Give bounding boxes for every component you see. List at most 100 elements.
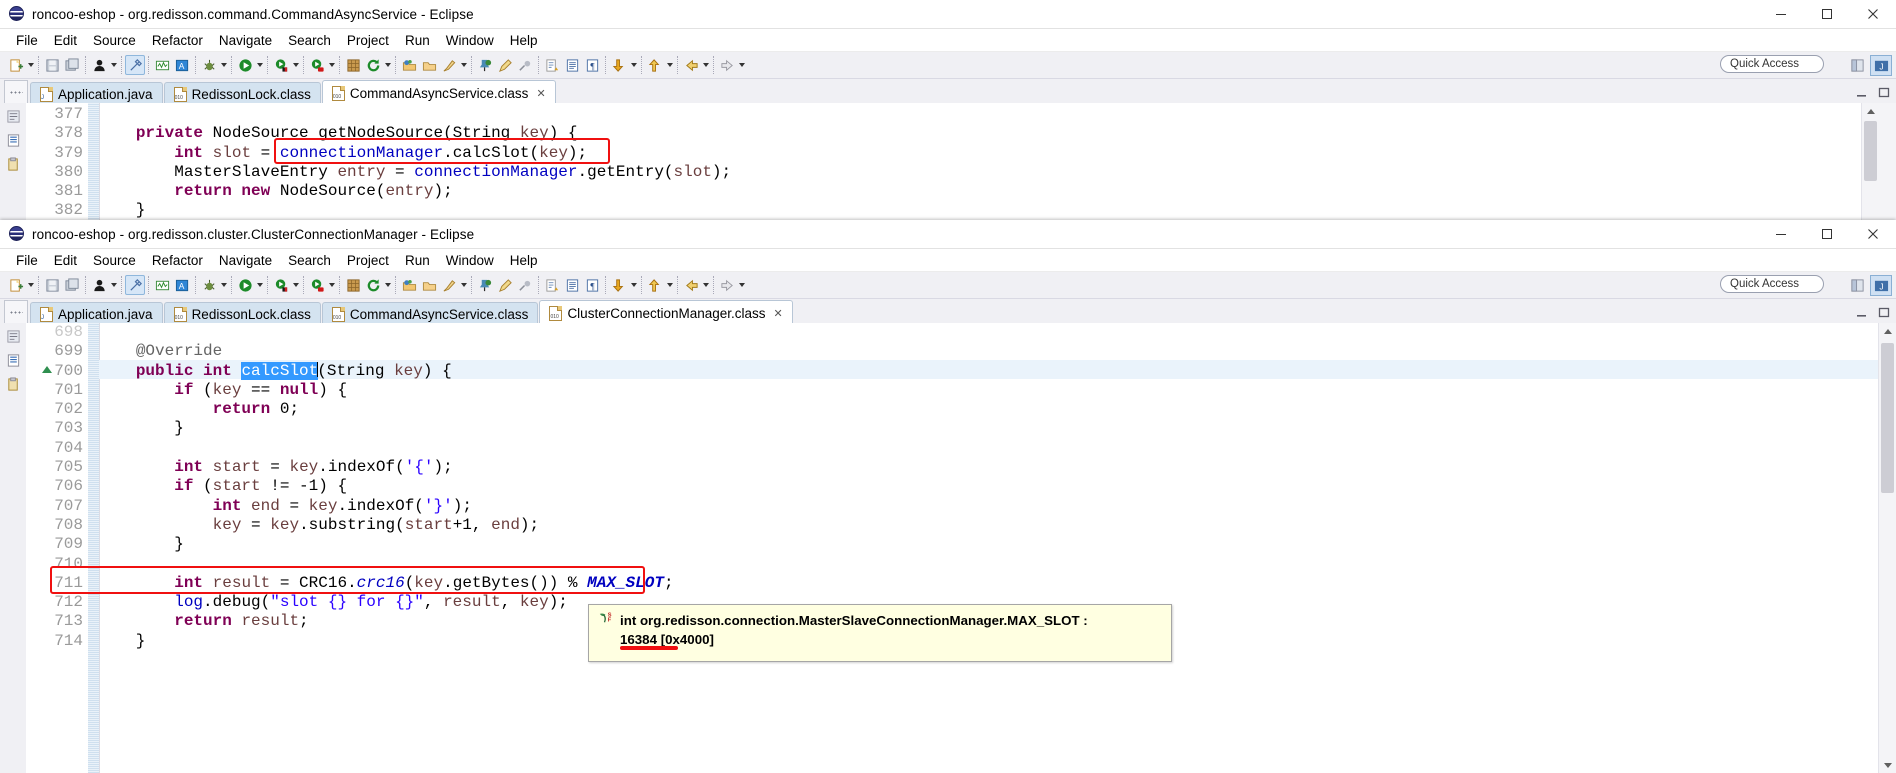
new-dropdown-icon[interactable] [26,276,35,294]
person-dropdown-icon[interactable] [109,276,118,294]
menu-run[interactable]: Run [397,31,438,50]
toggle-mark-occurrences-icon[interactable] [125,55,145,75]
window1-tabrow[interactable]: J Application.java 010 RedissonLock.clas… [0,79,1896,106]
new-package-icon[interactable] [343,275,363,295]
window2-vertical-scrollbar[interactable] [1878,323,1896,773]
window2-editor[interactable]: 698 699 ⊖ 700 701 702 703 704 705 706 70… [0,323,1896,773]
pilcrow-icon[interactable]: ¶ [582,55,602,75]
menu-refactor[interactable]: Refactor [144,31,211,50]
menu-project[interactable]: Project [339,31,397,50]
menu-file[interactable]: File [8,251,46,270]
tab-close-icon[interactable]: ✕ [536,87,545,100]
clipboard-icon[interactable] [4,155,22,173]
window2-view-controls[interactable] [1856,306,1891,321]
window1-view-controls[interactable] [1856,86,1891,101]
back-icon[interactable] [681,275,701,295]
tab-command-async-service-class[interactable]: 010 CommandAsyncService.class ✕ [321,80,556,105]
window2-tabs[interactable]: J Application.java 010 RedissonLock.clas… [30,299,1896,325]
run-dropdown-icon[interactable] [255,56,264,74]
run-external-dropdown-icon[interactable] [291,56,300,74]
new-dropdown-icon[interactable] [26,56,35,74]
menu-search[interactable]: Search [280,31,339,50]
window1-controls[interactable] [1758,0,1896,28]
window2-menubar[interactable]: File Edit Source Refactor Navigate Searc… [0,249,1896,272]
maximize-button[interactable] [1804,0,1850,28]
close-button[interactable] [1850,220,1896,248]
bookmarks-icon[interactable] [4,351,22,369]
outline-toggle-icon[interactable] [4,107,22,125]
window2-code-area[interactable]: @Override public int calcSlot(String key… [99,323,1879,773]
menu-help[interactable]: Help [502,31,546,50]
scrollbar-thumb[interactable] [1881,343,1894,493]
format-text-icon[interactable]: A [172,275,192,295]
run-config-dropdown-icon[interactable] [327,56,336,74]
perspective-java-icon[interactable]: J [1870,55,1892,76]
open-resource-icon[interactable] [419,275,439,295]
maximize-button[interactable] [1804,220,1850,248]
back-icon[interactable] [681,55,701,75]
forward-dropdown-icon[interactable] [737,56,746,74]
next-annotation-icon[interactable] [542,55,562,75]
menu-search[interactable]: Search [280,251,339,270]
run-configurations-icon[interactable] [307,275,327,295]
eclipse-window-cluster-connection-manager[interactable]: roncoo-eshop - org.redisson.cluster.Clus… [0,220,1896,773]
pin-editor-icon[interactable] [475,55,495,75]
person-icon[interactable] [89,55,109,75]
refresh-icon[interactable] [363,55,383,75]
editor-drag-handle[interactable] [4,80,28,104]
window1-tabs[interactable]: J Application.java 010 RedissonLock.clas… [30,79,1896,105]
open-perspective-icon[interactable] [1846,55,1868,76]
open-task-icon[interactable] [152,275,172,295]
open-type-icon[interactable] [399,275,419,295]
refresh-dropdown-icon[interactable] [383,56,392,74]
tab-application-java[interactable]: J Application.java [30,302,163,325]
new-icon[interactable] [6,55,26,75]
close-button[interactable] [1850,0,1896,28]
window2-tabrow[interactable]: J Application.java 010 RedissonLock.clas… [0,299,1896,326]
show-whitespace-icon[interactable] [562,275,582,295]
outline-toggle-icon[interactable] [4,327,22,345]
next-edit-dropdown-icon[interactable] [629,56,638,74]
perspective-switcher[interactable]: J [1846,275,1892,296]
tab-redisson-lock-class[interactable]: 010 RedissonLock.class [163,302,321,325]
open-task-icon[interactable] [152,55,172,75]
pin-editor-icon[interactable] [475,275,495,295]
search-dropdown-icon[interactable] [459,276,468,294]
save-icon[interactable] [42,55,62,75]
open-resource-icon[interactable] [419,55,439,75]
menu-navigate[interactable]: Navigate [211,251,280,270]
pilcrow-icon[interactable]: ¶ [582,275,602,295]
menu-help[interactable]: Help [502,251,546,270]
next-edit-location-icon[interactable] [609,275,629,295]
window2-toolbar[interactable]: A ¶ Quick Access J [0,272,1896,299]
search-icon[interactable] [439,55,459,75]
run-dropdown-icon[interactable] [255,276,264,294]
prev-edit-dropdown-icon[interactable] [665,56,674,74]
bookmarks-icon[interactable] [4,131,22,149]
menu-edit[interactable]: Edit [46,31,85,50]
settings-small-icon[interactable] [515,275,535,295]
refresh-icon[interactable] [363,275,383,295]
run-config-dropdown-icon[interactable] [327,276,336,294]
quick-access-input[interactable]: Quick Access [1720,275,1824,293]
scroll-up-icon[interactable] [1879,323,1896,339]
back-dropdown-icon[interactable] [701,56,710,74]
next-edit-location-icon[interactable] [609,55,629,75]
forward-dropdown-icon[interactable] [737,276,746,294]
maximize-view-icon[interactable] [1878,306,1891,321]
menu-refactor[interactable]: Refactor [144,251,211,270]
tab-cluster-connection-manager-class[interactable]: 010 ClusterConnectionManager.class ✕ [539,300,793,325]
window1-source-code[interactable]: private NodeSource getNodeSource(String … [99,103,1879,221]
refresh-dropdown-icon[interactable] [383,276,392,294]
scroll-down-icon[interactable] [1879,757,1896,773]
debug-dropdown-icon[interactable] [219,276,228,294]
new-icon[interactable] [6,275,26,295]
back-dropdown-icon[interactable] [701,276,710,294]
open-perspective-icon[interactable] [1846,275,1868,296]
run-external-tools-icon[interactable] [271,55,291,75]
window1-titlebar[interactable]: roncoo-eshop - org.redisson.command.Comm… [0,0,1896,29]
scroll-up-icon[interactable] [1862,103,1879,119]
clipboard-icon[interactable] [4,375,22,393]
menu-source[interactable]: Source [85,251,144,270]
new-package-icon[interactable] [343,55,363,75]
